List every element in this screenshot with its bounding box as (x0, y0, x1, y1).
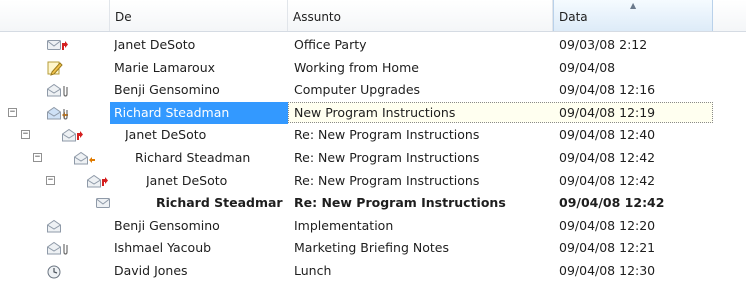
message-date: 09/04/08 12:20 (559, 217, 656, 233)
column-header-date[interactable]: ▲ Data (553, 0, 713, 31)
sort-ascending-icon: ▲ (630, 1, 637, 10)
message-from: Richard Steadman (110, 101, 288, 124)
message-date: 09/04/08 12:21 (559, 240, 656, 256)
message-row[interactable]: Janet DeSoto Office Party 09/03/08 2:12 (0, 34, 746, 56)
message-from: Ishmael Yacoub (114, 240, 212, 256)
open-envelope-attachment-icon (46, 82, 68, 98)
message-from: Marie Lamaroux (114, 59, 216, 75)
note-pencil-icon (46, 60, 68, 76)
message-row[interactable]: − Richard Steadman Re: New Program Instruc… (0, 147, 746, 169)
message-row[interactable]: Benji Gensomino Implementation 09/04/08 12… (0, 215, 746, 237)
message-date: 09/04/08 12:30 (559, 263, 656, 278)
message-row[interactable]: Benji Gensomino Computer Upgrades 09/04/08… (0, 79, 746, 101)
open-envelope-icon (46, 218, 68, 234)
message-from: Janet DeSoto (114, 37, 196, 52)
thread-collapse-toggle[interactable]: − (46, 175, 55, 185)
thread-collapse-toggle[interactable]: − (8, 107, 17, 117)
open-envelope-forward-icon (61, 127, 83, 143)
message-date: 09/04/08 (559, 59, 616, 75)
message-date: 09/04/08 12:42 (559, 172, 656, 188)
message-date: 09/03/08 2:12 (559, 37, 648, 52)
column-header-icons[interactable] (0, 0, 110, 31)
message-date: 09/04/08 12:40 (559, 127, 656, 143)
message-subject: Re: New Program Instructions (294, 172, 480, 188)
column-header-date-label: Data (559, 10, 588, 24)
message-subject: Re: New Program Instructions (294, 150, 480, 165)
column-header: De Assunto ▲ Data (0, 0, 746, 32)
clock-icon (46, 263, 68, 279)
message-row[interactable]: − Janet DeSoto Re: New Program Instruction… (0, 124, 746, 146)
message-date: 09/04/08 12:42 (559, 150, 656, 165)
message-row[interactable]: Richard Steadmar Re: New Program Instruct… (0, 192, 746, 214)
message-from: Richard Steadmar (156, 195, 283, 211)
message-from: Janet DeSoto (125, 127, 207, 143)
open-envelope-forward-icon (86, 173, 108, 189)
closed-envelope-icon (95, 195, 117, 211)
message-row[interactable]: − Janet DeSoto Re: New Program Instruction… (0, 170, 746, 192)
message-row[interactable]: Ishmael Yacoub Marketing Briefing Notes 09… (0, 237, 746, 259)
envelope-forward-icon (46, 37, 68, 53)
message-from: Janet DeSoto (146, 172, 228, 188)
message-subject: Lunch (294, 263, 332, 278)
message-row[interactable]: − Richard Steadman New Program Instruction… (0, 101, 746, 124)
thread-collapse-toggle[interactable]: − (33, 153, 42, 162)
open-envelope-attachment-icon (46, 240, 68, 256)
message-date: 09/04/08 12:42 (559, 195, 665, 211)
message-from: David Jones (114, 263, 188, 278)
thread-collapse-toggle[interactable]: − (21, 130, 30, 140)
message-subject: Re: New Program Instructions (294, 195, 506, 211)
column-header-subject[interactable]: Assunto (288, 0, 553, 31)
message-subject: Working from Home (294, 59, 419, 75)
message-subject: Implementation (294, 217, 394, 233)
column-header-filler (713, 0, 746, 31)
open-envelope-reply-icon (73, 150, 95, 166)
message-from: Benji Gensomino (114, 217, 220, 233)
message-row[interactable]: Marie Lamaroux Working from Home 09/04/08 (0, 57, 746, 79)
open-envelope-reply-attachment-icon (46, 105, 68, 121)
message-row[interactable]: David Jones Lunch 09/04/08 12:30 (0, 260, 746, 282)
message-subject: Re: New Program Instructions (294, 127, 480, 143)
message-subject: New Program Instructions (294, 104, 456, 120)
message-date: 09/04/08 12:16 (559, 82, 656, 98)
column-header-from[interactable]: De (110, 0, 288, 31)
message-from: Benji Gensomino (114, 82, 220, 98)
message-subject: Computer Upgrades (294, 82, 421, 98)
message-subject: Office Party (294, 37, 367, 52)
message-date: 09/04/08 12:19 (559, 104, 656, 120)
message-subject: Marketing Briefing Notes (294, 240, 449, 256)
message-from: Richard Steadman (135, 150, 251, 165)
